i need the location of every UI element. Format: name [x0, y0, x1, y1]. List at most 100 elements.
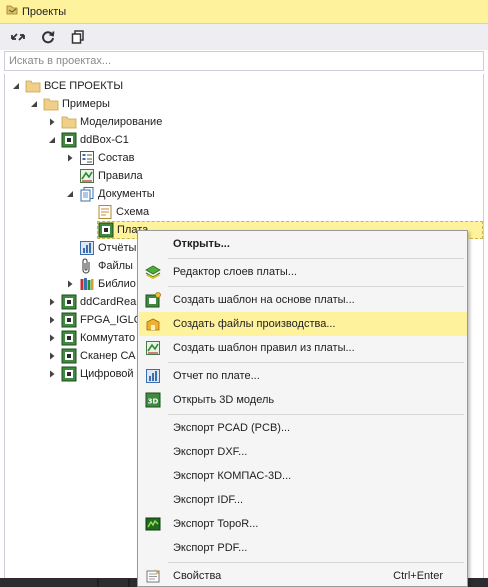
menu-item-open[interactable]: Открыть... — [139, 232, 467, 256]
tree-item-label: Цифровой — [80, 368, 134, 380]
folder-icon — [61, 114, 77, 130]
menu-item-create-production[interactable]: Создать файлы производства... — [139, 312, 467, 336]
project-board-icon — [61, 330, 77, 346]
library-icon — [79, 276, 95, 292]
menu-item-properties[interactable]: Свойства Ctrl+Enter — [139, 564, 467, 587]
tree-item-label: ВСЕ ПРОЕКТЫ — [44, 80, 124, 92]
collapse-arrow-icon[interactable] — [65, 190, 74, 199]
expand-arrow-icon[interactable] — [47, 298, 56, 307]
tree-item-label: Моделирование — [80, 116, 163, 128]
menu-item-label: Открыть 3D модель — [173, 394, 275, 406]
projects-icon — [6, 4, 18, 19]
projects-toolbar — [0, 24, 488, 50]
menu-item-label: Экспорт КОМПАС-3D... — [173, 470, 292, 482]
menu-item-export-dxf[interactable]: Экспорт DXF... — [139, 440, 467, 464]
search-input[interactable] — [9, 55, 483, 67]
tree-item-schema[interactable]: Схема — [97, 203, 149, 221]
expand-arrow-icon[interactable] — [47, 370, 56, 379]
context-menu: Открыть... Редактор слоев платы... Созда… — [137, 230, 468, 587]
expand-arrow-icon[interactable] — [47, 316, 56, 325]
reports-icon — [79, 240, 95, 256]
tree-item-digital[interactable]: Цифровой — [47, 365, 134, 383]
project-board-icon — [61, 294, 77, 310]
tree-item-label: FPGA_IGLO — [80, 314, 143, 326]
expand-arrow-icon[interactable] — [65, 154, 74, 163]
tree-item-ddcard[interactable]: ddCardRea — [47, 293, 136, 311]
tree-item-reports[interactable]: Отчёты — [79, 239, 136, 257]
tree-item-fpga[interactable]: FPGA_IGLO — [47, 311, 142, 329]
menu-item-label: Свойства — [173, 570, 222, 582]
tree-item-kommutator[interactable]: Коммутато — [47, 329, 135, 347]
refresh-icon[interactable] — [38, 27, 58, 47]
menu-item-label: Создать шаблон на основе платы... — [173, 294, 355, 306]
tree-item-label: Состав — [98, 152, 135, 164]
tree-item-pravila[interactable]: Правила — [79, 167, 143, 185]
sync-icon[interactable] — [8, 27, 28, 47]
panel-title: Проекты — [22, 5, 67, 18]
menu-item-label: Экспорт PCAD (PCB)... — [173, 422, 291, 434]
tree-item-label: ddBox-C1 — [80, 134, 129, 146]
divider — [97, 579, 99, 587]
tree-item-label: ddCardRea — [80, 296, 137, 308]
tree-item-ddbox[interactable]: ddBox-C1 — [47, 131, 129, 149]
menu-separator — [168, 286, 464, 287]
search-box[interactable] — [4, 51, 484, 71]
menu-item-layer-editor[interactable]: Редактор слоев платы... — [139, 260, 467, 284]
folder-icon — [43, 96, 59, 112]
menu-item-export-pdf[interactable]: Экспорт PDF... — [139, 536, 467, 560]
tree-item-scanner[interactable]: Сканер СА — [47, 347, 136, 365]
tree-item-sostav[interactable]: Состав — [65, 149, 134, 167]
expand-arrow-icon[interactable] — [47, 352, 56, 361]
menu-separator — [168, 414, 464, 415]
board-icon — [98, 222, 114, 238]
panel-titlebar: Проекты — [0, 0, 488, 24]
menu-item-label: Открыть... — [173, 238, 230, 250]
tree-item-documents[interactable]: Документы — [65, 185, 155, 203]
tree-item-label: Коммутато — [80, 332, 136, 344]
project-board-icon — [61, 366, 77, 382]
properties-icon — [139, 568, 167, 584]
schematic-icon — [97, 204, 113, 220]
menu-item-export-topor[interactable]: Экспорт TopoR... — [139, 512, 467, 536]
collapse-arrow-icon[interactable] — [11, 82, 20, 91]
collapse-arrow-icon[interactable] — [47, 136, 56, 145]
collapse-arrow-icon[interactable] — [29, 100, 38, 109]
tree-item-label: Библио — [98, 278, 136, 290]
divider — [128, 579, 130, 587]
tree-item-libraries[interactable]: Библио — [65, 275, 136, 293]
menu-item-label: Отчет по плате... — [173, 370, 260, 382]
tree-item-files[interactable]: Файлы — [79, 257, 133, 275]
menu-item-export-idf[interactable]: Экспорт IDF... — [139, 488, 467, 512]
board-template-icon — [139, 292, 167, 308]
tree-item-label: Сканер СА — [80, 350, 136, 362]
report-icon — [139, 368, 167, 384]
tree-item-modeling[interactable]: Моделирование — [47, 113, 162, 131]
project-board-icon — [61, 312, 77, 328]
expand-arrow-icon[interactable] — [47, 118, 56, 127]
expand-arrow-icon[interactable] — [65, 280, 74, 289]
paperclip-icon — [79, 258, 95, 274]
menu-item-export-kompas[interactable]: Экспорт КОМПАС-3D... — [139, 464, 467, 488]
expand-arrow-icon[interactable] — [47, 334, 56, 343]
menu-item-export-pcad[interactable]: Экспорт PCAD (PCB)... — [139, 416, 467, 440]
menu-item-label: Экспорт PDF... — [173, 542, 248, 554]
copy-icon[interactable] — [68, 27, 88, 47]
project-board-icon — [61, 132, 77, 148]
3d-model-icon: 3D — [139, 392, 167, 408]
menu-item-create-rules-template[interactable]: Создать шаблон правил из платы... — [139, 336, 467, 360]
menu-separator — [168, 258, 464, 259]
tree-item-label: Правила — [98, 170, 143, 182]
tree-item-label: Примеры — [62, 98, 110, 110]
tree-item-label: Отчёты — [98, 242, 137, 254]
tree-item-root[interactable]: ВСЕ ПРОЕКТЫ — [11, 77, 123, 95]
menu-item-create-template[interactable]: Создать шаблон на основе платы... — [139, 288, 467, 312]
folder-icon — [25, 78, 41, 94]
layers-icon — [139, 264, 167, 280]
menu-item-board-report[interactable]: Отчет по плате... — [139, 364, 467, 388]
svg-text:3D: 3D — [148, 398, 159, 406]
menu-item-label: Экспорт IDF... — [173, 494, 244, 506]
production-icon — [139, 316, 167, 332]
tree-item-label: Документы — [98, 188, 155, 200]
menu-item-open-3d[interactable]: 3D Открыть 3D модель — [139, 388, 467, 412]
tree-item-examples[interactable]: Примеры — [29, 95, 110, 113]
